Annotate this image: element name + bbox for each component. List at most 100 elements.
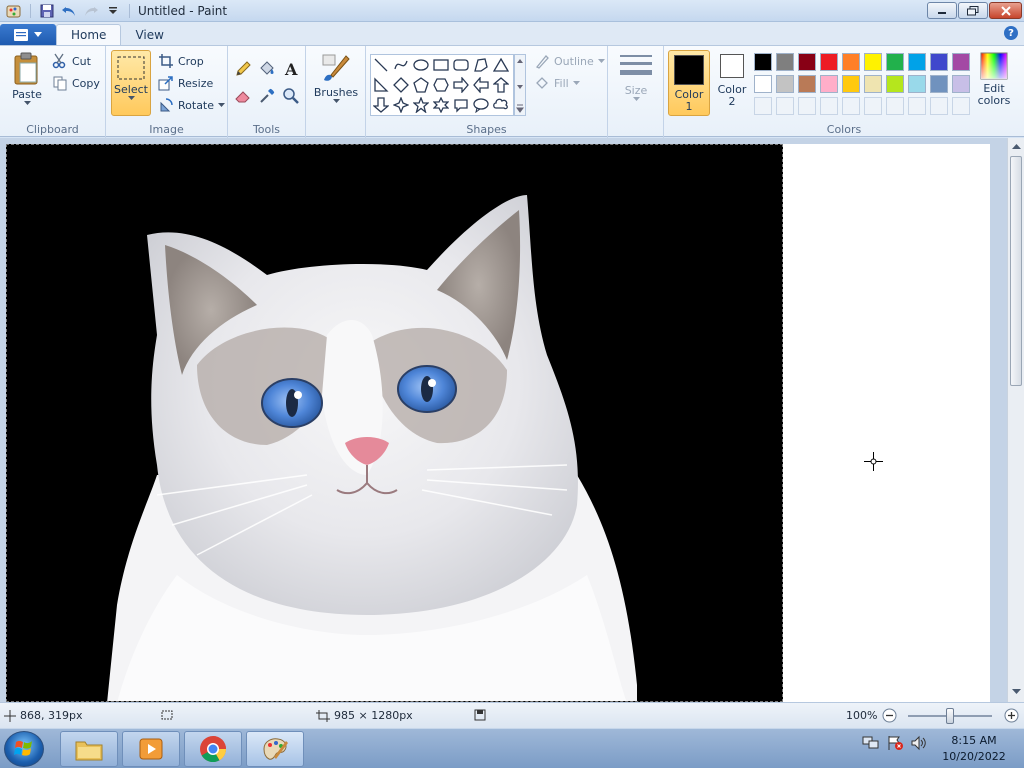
save-icon[interactable]: [37, 2, 57, 20]
start-button[interactable]: [4, 731, 44, 767]
palette-swatch[interactable]: [842, 53, 860, 71]
taskbar-clock[interactable]: 8:15 AM 10/20/2022: [934, 733, 1014, 765]
palette-swatch[interactable]: [908, 53, 926, 71]
taskbar-paint[interactable]: [246, 731, 304, 767]
color1-button[interactable]: Color 1: [668, 50, 710, 116]
paint-menu-button[interactable]: [0, 24, 56, 45]
brushes-button[interactable]: Brushes: [314, 52, 358, 104]
palette-swatch[interactable]: [754, 97, 772, 115]
eraser-icon[interactable]: [233, 86, 253, 106]
palette-swatch[interactable]: [776, 75, 794, 93]
magnifier-icon[interactable]: [281, 86, 301, 106]
palette-swatch[interactable]: [930, 75, 948, 93]
minimize-button[interactable]: [927, 2, 957, 19]
triangle-shape-icon[interactable]: [492, 56, 510, 74]
paint-app-icon[interactable]: [4, 2, 24, 20]
palette-swatch[interactable]: [798, 53, 816, 71]
edit-colors-button[interactable]: Edit colors: [974, 52, 1014, 106]
text-tool-icon[interactable]: A: [281, 59, 301, 79]
palette-swatch[interactable]: [776, 53, 794, 71]
curve-shape-icon[interactable]: [392, 56, 410, 74]
outline-button[interactable]: Outline: [534, 52, 605, 70]
palette-swatch[interactable]: [864, 75, 882, 93]
zoom-slider-knob[interactable]: [946, 708, 954, 724]
close-button[interactable]: [989, 2, 1022, 19]
palette-swatch[interactable]: [864, 53, 882, 71]
taskbar-media-player[interactable]: [122, 731, 180, 767]
palette-swatch[interactable]: [754, 75, 772, 93]
network-icon[interactable]: [862, 735, 880, 751]
pencil-icon[interactable]: [233, 59, 253, 79]
four-point-star-shape-icon[interactable]: [392, 96, 410, 114]
scroll-down-icon[interactable]: [1009, 684, 1024, 698]
palette-swatch[interactable]: [908, 97, 926, 115]
fill-button[interactable]: Fill: [534, 74, 580, 92]
palette-swatch[interactable]: [798, 75, 816, 93]
color-picker-icon[interactable]: [257, 86, 277, 106]
palette-swatch[interactable]: [952, 75, 970, 93]
line-shape-icon[interactable]: [372, 56, 390, 74]
oval-callout-shape-icon[interactable]: [472, 96, 490, 114]
paste-button[interactable]: Paste: [8, 52, 46, 106]
oval-shape-icon[interactable]: [412, 56, 430, 74]
size-button[interactable]: Size: [616, 52, 656, 102]
five-point-star-shape-icon[interactable]: [412, 96, 430, 114]
palette-swatch[interactable]: [952, 53, 970, 71]
drawing-canvas[interactable]: [6, 144, 783, 702]
palette-swatch[interactable]: [776, 97, 794, 115]
palette-swatch[interactable]: [886, 97, 904, 115]
palette-swatch[interactable]: [754, 53, 772, 71]
rounded-rectangle-shape-icon[interactable]: [452, 56, 470, 74]
help-icon[interactable]: ?: [1004, 26, 1018, 40]
zoom-in-button[interactable]: [1004, 708, 1019, 723]
palette-swatch[interactable]: [820, 97, 838, 115]
customize-qat-icon[interactable]: [103, 2, 123, 20]
resize-button[interactable]: Resize: [158, 74, 213, 92]
hexagon-shape-icon[interactable]: [432, 76, 450, 94]
shapes-scrollbar[interactable]: [514, 54, 526, 116]
right-arrow-shape-icon[interactable]: [452, 76, 470, 94]
color2-button[interactable]: Color 2: [714, 54, 750, 107]
six-point-star-shape-icon[interactable]: [432, 96, 450, 114]
maximize-button[interactable]: [958, 2, 988, 19]
palette-swatch[interactable]: [842, 75, 860, 93]
select-button[interactable]: Select: [111, 50, 151, 116]
taskbar-explorer[interactable]: [60, 731, 118, 767]
redo-icon[interactable]: [81, 2, 101, 20]
tab-view[interactable]: View: [121, 24, 177, 45]
down-arrow-shape-icon[interactable]: [372, 96, 390, 114]
up-arrow-shape-icon[interactable]: [492, 76, 510, 94]
palette-swatch[interactable]: [930, 97, 948, 115]
rectangle-shape-icon[interactable]: [432, 56, 450, 74]
palette-swatch[interactable]: [952, 97, 970, 115]
cloud-callout-shape-icon[interactable]: [492, 96, 510, 114]
zoom-out-button[interactable]: [882, 708, 897, 723]
vertical-scroll-thumb[interactable]: [1010, 156, 1022, 386]
vertical-scrollbar[interactable]: [1007, 138, 1024, 702]
palette-swatch[interactable]: [886, 75, 904, 93]
diamond-shape-icon[interactable]: [392, 76, 410, 94]
palette-swatch[interactable]: [842, 97, 860, 115]
pentagon-shape-icon[interactable]: [412, 76, 430, 94]
polygon-shape-icon[interactable]: [472, 56, 490, 74]
fill-bucket-icon[interactable]: [257, 59, 277, 79]
palette-swatch[interactable]: [820, 75, 838, 93]
rounded-callout-shape-icon[interactable]: [452, 96, 470, 114]
palette-swatch[interactable]: [864, 97, 882, 115]
scroll-up-icon[interactable]: [1009, 140, 1024, 154]
left-arrow-shape-icon[interactable]: [472, 76, 490, 94]
tab-home[interactable]: Home: [56, 24, 122, 45]
action-center-flag-icon[interactable]: [886, 735, 904, 751]
taskbar-chrome[interactable]: [184, 731, 242, 767]
right-triangle-shape-icon[interactable]: [372, 76, 390, 94]
palette-swatch[interactable]: [820, 53, 838, 71]
volume-icon[interactable]: [910, 735, 928, 751]
undo-icon[interactable]: [59, 2, 79, 20]
palette-swatch[interactable]: [930, 53, 948, 71]
cut-button[interactable]: Cut: [52, 52, 91, 70]
rotate-button[interactable]: Rotate: [158, 96, 226, 114]
canvas-white-area[interactable]: [783, 144, 990, 702]
palette-swatch[interactable]: [886, 53, 904, 71]
palette-swatch[interactable]: [908, 75, 926, 93]
crop-button[interactable]: Crop: [158, 52, 204, 70]
